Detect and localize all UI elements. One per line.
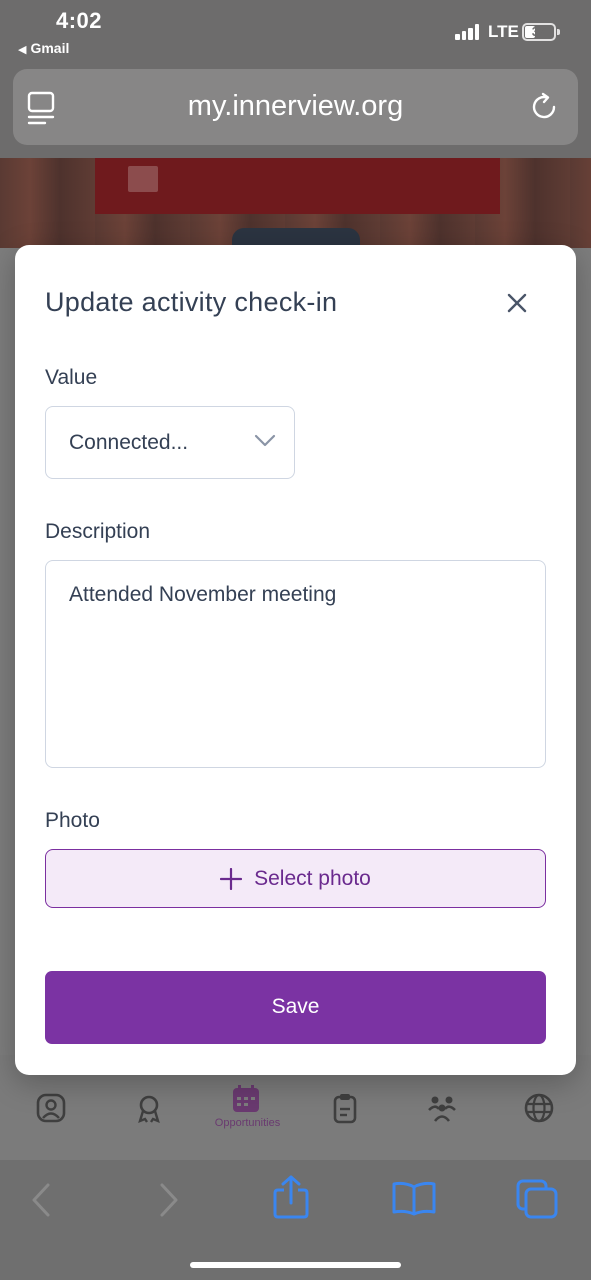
address-bar[interactable]: my.innerview.org	[13, 69, 578, 145]
tabs-icon[interactable]	[515, 1178, 559, 1220]
bookmarks-icon[interactable]	[391, 1180, 437, 1216]
save-button-label: Save	[271, 995, 320, 1018]
forward-arrow-icon[interactable]	[158, 1182, 180, 1218]
calendar-icon[interactable]	[230, 1083, 262, 1115]
battery-nub	[557, 29, 560, 35]
select-photo-label: Select photo	[254, 866, 371, 890]
battery-level: 37	[531, 24, 547, 39]
update-checkin-modal: Update activity check-in Value Connected…	[15, 245, 576, 1075]
select-photo-button[interactable]: Select photo	[45, 849, 546, 908]
clipboard-icon[interactable]	[329, 1092, 361, 1124]
url-text[interactable]: my.innerview.org	[13, 90, 578, 123]
hero-logo	[128, 166, 158, 192]
badge-icon[interactable]	[133, 1092, 165, 1124]
globe-icon[interactable]	[523, 1092, 555, 1124]
description-label: Description	[45, 520, 151, 543]
battery-icon: 37	[522, 23, 556, 41]
photo-label: Photo	[45, 809, 100, 832]
description-textarea[interactable]: Attended November meeting	[45, 560, 546, 768]
signal-icon	[455, 24, 483, 40]
close-icon[interactable]	[503, 289, 531, 317]
back-to-app-link[interactable]: ◀ Gmail	[18, 40, 69, 56]
share-icon[interactable]	[272, 1174, 310, 1220]
modal-title: Update activity check-in	[45, 287, 338, 317]
back-triangle-icon: ◀	[18, 44, 27, 56]
value-label: Value	[45, 366, 98, 389]
chevron-down-icon	[254, 434, 276, 447]
back-arrow-icon[interactable]	[30, 1182, 52, 1218]
plus-icon	[220, 867, 243, 890]
save-button[interactable]: Save	[45, 971, 546, 1044]
reload-icon[interactable]	[528, 91, 560, 123]
status-bar: 4:02 ◀ Gmail LTE 37	[0, 0, 591, 66]
status-time: 4:02	[56, 8, 103, 33]
browser-address-area: my.innerview.org	[0, 66, 591, 158]
network-type: LTE	[488, 22, 519, 41]
back-app-label: Gmail	[30, 40, 70, 56]
tab-opportunities-label: Opportunities	[214, 1117, 281, 1129]
profile-icon[interactable]	[35, 1092, 67, 1124]
value-selected-text: Connected...	[69, 431, 189, 454]
people-icon[interactable]	[426, 1092, 458, 1124]
home-indicator[interactable]	[190, 1262, 401, 1268]
value-select[interactable]: Connected...	[45, 406, 295, 479]
